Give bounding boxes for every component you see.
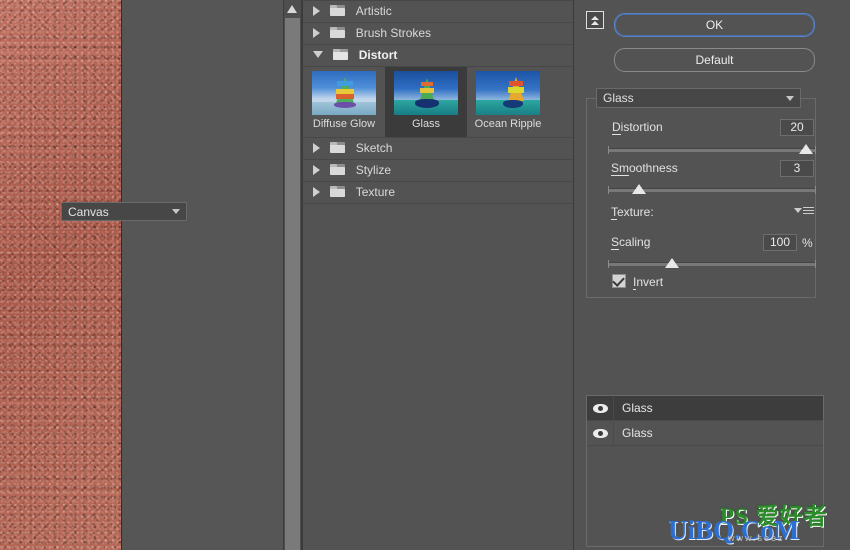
preview-vertical-scrollbar[interactable] — [283, 0, 302, 550]
smoothness-label: Smoothness — [611, 161, 678, 176]
distortion-label: Distortion — [612, 120, 663, 135]
scaling-slider-handle[interactable] — [665, 258, 680, 268]
triangle-right-icon[interactable] — [313, 142, 320, 153]
texture-select-value: Canvas — [68, 204, 109, 219]
flyout-menu-icon[interactable] — [794, 205, 814, 217]
default-button[interactable]: Default — [614, 48, 815, 72]
eye-icon — [592, 403, 608, 413]
preview-area[interactable] — [0, 0, 302, 550]
texture-label: Texture: — [611, 205, 654, 220]
visibility-toggle[interactable] — [587, 421, 614, 445]
scaling-unit-label: % — [802, 236, 813, 250]
texture-select-dropdown[interactable]: Canvas — [61, 202, 187, 221]
thumbnail-image — [476, 71, 540, 115]
category-label: Brush Strokes — [355, 26, 432, 41]
folder-closed-icon — [330, 141, 346, 154]
double-chevron-up-icon[interactable] — [586, 11, 604, 29]
filter-category-browser[interactable]: Artistic Brush Strokes Distort Diffuse G… — [303, 0, 574, 550]
triangle-right-icon[interactable] — [313, 164, 320, 175]
category-label: Sketch — [355, 141, 393, 156]
scaling-value-field[interactable]: 100 — [763, 234, 797, 251]
thumbnail-image — [394, 71, 458, 115]
filter-thumbnail-ocean-ripple[interactable]: Ocean Ripple — [467, 67, 549, 137]
chevron-down-icon[interactable] — [172, 209, 180, 214]
filter-category-artistic[interactable]: Artistic — [303, 0, 573, 23]
triangle-right-icon[interactable] — [313, 186, 320, 197]
invert-label: Invert — [633, 275, 664, 290]
list-item-label: Glass — [622, 401, 653, 415]
category-label: Stylize — [355, 163, 392, 178]
chevron-down-icon[interactable] — [786, 95, 794, 101]
checkmark-icon — [612, 274, 625, 287]
triangle-right-icon[interactable] — [313, 5, 320, 16]
filter-category-stylize[interactable]: Stylize — [303, 160, 573, 182]
filter-category-distort[interactable]: Distort — [303, 45, 573, 67]
filter-select-dropdown[interactable]: Glass — [596, 88, 801, 108]
scrollbar-thumb[interactable] — [285, 18, 300, 550]
folder-closed-icon — [330, 163, 346, 176]
folder-closed-icon — [330, 185, 346, 198]
smoothness-slider-handle[interactable] — [632, 184, 647, 194]
scaling-slider-track[interactable] — [608, 260, 816, 268]
thumbnail-label: Glass — [411, 118, 441, 130]
folder-open-icon — [333, 48, 349, 61]
distortion-label-rest: istortion — [620, 120, 663, 134]
filter-category-brush-strokes[interactable]: Brush Strokes — [303, 23, 573, 45]
thumbnail-image — [312, 71, 376, 115]
distortion-slider-track[interactable] — [608, 146, 816, 154]
preview-canvas-background — [122, 0, 280, 550]
category-label: Texture — [355, 185, 396, 200]
filter-thumbnail-grid: Diffuse Glow Glass Ocean Ripple — [303, 67, 573, 138]
folder-closed-icon — [330, 26, 346, 39]
triangle-down-icon[interactable] — [313, 51, 323, 59]
thumbnail-label: Ocean Ripple — [474, 118, 542, 130]
applied-filters-list[interactable]: Glass Glass — [586, 395, 824, 547]
category-label: Distort — [358, 48, 398, 63]
thumbnail-label: Diffuse Glow — [312, 118, 376, 130]
filter-select-value: Glass — [603, 91, 634, 105]
filter-thumbnail-glass[interactable]: Glass — [385, 67, 467, 137]
list-item[interactable]: Glass — [587, 396, 823, 421]
ok-button[interactable]: OK — [614, 13, 815, 37]
smoothness-value-field[interactable]: 3 — [780, 160, 814, 177]
distortion-value-field[interactable]: 20 — [780, 119, 814, 136]
list-item[interactable]: Glass — [587, 421, 823, 446]
filtered-image-preview[interactable] — [0, 0, 122, 550]
distortion-slider-handle[interactable] — [798, 144, 813, 154]
filter-thumbnail-diffuse-glow[interactable]: Diffuse Glow — [303, 67, 385, 137]
folder-closed-icon — [330, 4, 346, 17]
triangle-right-icon[interactable] — [313, 27, 320, 38]
filter-category-sketch[interactable]: Sketch — [303, 138, 573, 160]
visibility-toggle[interactable] — [587, 396, 614, 420]
eye-icon — [592, 428, 608, 438]
filter-gallery-window: Artistic Brush Strokes Distort Diffuse G… — [0, 0, 850, 550]
category-label: Artistic — [355, 4, 392, 19]
filter-category-texture[interactable]: Texture — [303, 182, 573, 204]
invert-checkbox[interactable] — [612, 274, 626, 288]
scroll-up-arrow-icon[interactable] — [284, 0, 301, 17]
scaling-label: Scaling — [611, 235, 651, 250]
list-item-label: Glass — [622, 426, 653, 440]
